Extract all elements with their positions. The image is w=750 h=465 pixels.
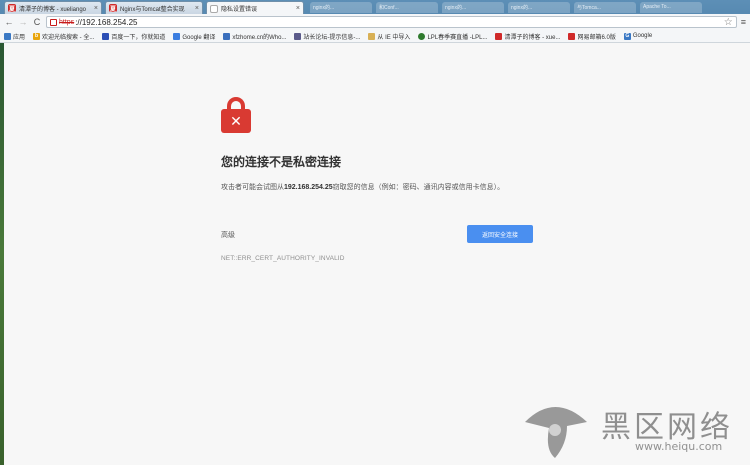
bookmark-label: 清潭子的博客 - xue... — [504, 34, 561, 41]
url-text[interactable]: ://192.168.254.25 — [75, 18, 137, 27]
bookmark-favicon-icon — [223, 32, 231, 40]
tab-close-icon[interactable]: × — [195, 5, 199, 12]
site-watermark: 黑区网络 www.heiqu.com — [515, 400, 750, 465]
folder-icon — [368, 32, 376, 40]
desc-text: 攻击者可能会试图从 — [221, 184, 284, 191]
translate-favicon-icon — [173, 32, 181, 40]
tab-nginx[interactable]: 夏 Nginx与Tomcat整合实现 × — [105, 1, 203, 14]
bookmark-label: xfzhome.cn的Who... — [232, 34, 287, 41]
bookmark-item[interactable]: Google 翻译 — [173, 32, 215, 41]
browser-chrome: 夏 清潭子的博客 - xueliango × 夏 Nginx与Tomcat整合实… — [0, 0, 750, 43]
toolbar: ← → C https ://192.168.254.25 ☆ ≡ — [0, 14, 750, 30]
insecure-https-indicator[interactable]: https — [50, 18, 75, 26]
desktop-edge — [0, 43, 4, 465]
blog-favicon-icon: 夏 — [8, 4, 16, 13]
background-window-tab: nginx的... — [310, 2, 372, 13]
tab-privacy-error[interactable]: 隐私设置错误 × — [206, 1, 304, 15]
bookmark-label: Google — [632, 33, 653, 39]
error-description: 攻击者可能会试图从192.168.254.25窃取您的信息（例如：密码、通讯内容… — [221, 182, 533, 194]
error-code: NET::ERR_CERT_AUTHORITY_INVALID — [221, 255, 345, 262]
tab-close-icon[interactable]: × — [296, 5, 300, 12]
bookmark-item[interactable]: 清潭子的博客 - xue... — [495, 32, 560, 41]
privacy-error-page: ✕ 您的连接不是私密连接 攻击者可能会试图从192.168.254.25窃取您的… — [221, 97, 533, 262]
bookmark-favicon-icon — [418, 32, 426, 40]
back-button[interactable]: ← — [4, 17, 14, 27]
tab-blog[interactable]: 夏 清潭子的博客 - xueliango × — [4, 1, 102, 14]
chrome-menu-icon[interactable]: ≡ — [741, 17, 746, 27]
mail-favicon-icon — [568, 32, 576, 40]
bookmark-favicon-icon — [294, 32, 302, 40]
bookmark-star-icon[interactable]: ☆ — [724, 17, 733, 28]
advanced-link[interactable]: 高级 — [221, 230, 235, 240]
blog-favicon-icon: 夏 — [109, 4, 117, 13]
bookmark-label: 站长论坛-提示信息-... — [303, 34, 361, 41]
bookmark-item[interactable]: G Google — [623, 32, 653, 40]
bookmark-apps[interactable]: 应用 — [4, 32, 25, 41]
bookmark-label: Google 翻译 — [182, 34, 216, 41]
page-title: 您的连接不是私密连接 — [221, 155, 342, 169]
bookmark-label: 从 IE 中导入 — [377, 34, 411, 41]
host-name: 192.168.254.25 — [284, 184, 333, 191]
background-window-tab: 与Tomca... — [574, 2, 636, 13]
background-window-tab: 和Conf... — [376, 2, 438, 13]
bookmark-label: 应用 — [13, 34, 26, 41]
bookmark-item[interactable]: 百度一下，你就知道 — [102, 32, 165, 41]
broken-lock-icon — [50, 18, 57, 26]
background-window-tab: nginx的... — [508, 2, 570, 13]
bookmark-label: 欢迎光临搜索 - 全... — [42, 34, 95, 41]
tab-strip: 夏 清潭子的博客 - xueliango × 夏 Nginx与Tomcat整合实… — [0, 0, 750, 15]
apps-grid-icon — [4, 32, 11, 40]
desc-text: 窃取您的信息（例如：密码、通讯内容或信用卡信息）。 — [332, 184, 505, 191]
back-to-safety-button[interactable]: 返回安全连接 — [467, 225, 533, 243]
bookmarks-bar: 应用 b 欢迎光临搜索 - 全... 百度一下，你就知道 Google 翻译 xf… — [0, 30, 750, 43]
bookmark-label: LPL春季赛直播 -LPL... — [427, 34, 488, 41]
warning-lock-icon: ✕ — [221, 97, 251, 133]
bookmark-item[interactable]: xfzhome.cn的Who... — [223, 32, 286, 41]
google-favicon-icon: G — [623, 32, 631, 40]
reload-button[interactable]: C — [32, 17, 42, 27]
tab-close-icon[interactable]: × — [94, 5, 98, 12]
background-window-tab: nginx的... — [442, 2, 504, 13]
bookmark-favicon-icon: b — [33, 32, 41, 40]
bookmark-folder[interactable]: 从 IE 中导入 — [368, 32, 410, 41]
address-bar[interactable]: https ://192.168.254.25 ☆ — [46, 16, 737, 28]
watermark-url: www.heiqu.com — [635, 440, 723, 453]
baidu-favicon-icon — [102, 32, 110, 40]
bookmark-label: 网易邮箱6.0版 — [577, 34, 616, 41]
forward-button[interactable]: → — [18, 17, 28, 27]
bookmark-item[interactable]: LPL春季赛直播 -LPL... — [418, 32, 487, 41]
bookmark-item[interactable]: b 欢迎光临搜索 - 全... — [33, 32, 94, 41]
tab-title: 清潭子的博客 - xueliango — [19, 6, 87, 13]
watermark-logo-icon — [525, 407, 587, 458]
blog-favicon-icon — [495, 32, 503, 40]
bookmark-label: 百度一下，你就知道 — [111, 34, 166, 41]
background-window-tab: Apache To... — [640, 2, 702, 13]
tab-title: Nginx与Tomcat整合实现 — [120, 6, 185, 13]
tab-title: 隐私设置错误 — [221, 7, 258, 13]
action-row: 高级 返回安全连接 — [221, 225, 533, 243]
page-favicon-icon — [210, 4, 218, 13]
https-scheme: https — [59, 18, 75, 26]
bookmark-item[interactable]: 网易邮箱6.0版 — [568, 32, 616, 41]
bookmark-item[interactable]: 站长论坛-提示信息-... — [294, 32, 360, 41]
